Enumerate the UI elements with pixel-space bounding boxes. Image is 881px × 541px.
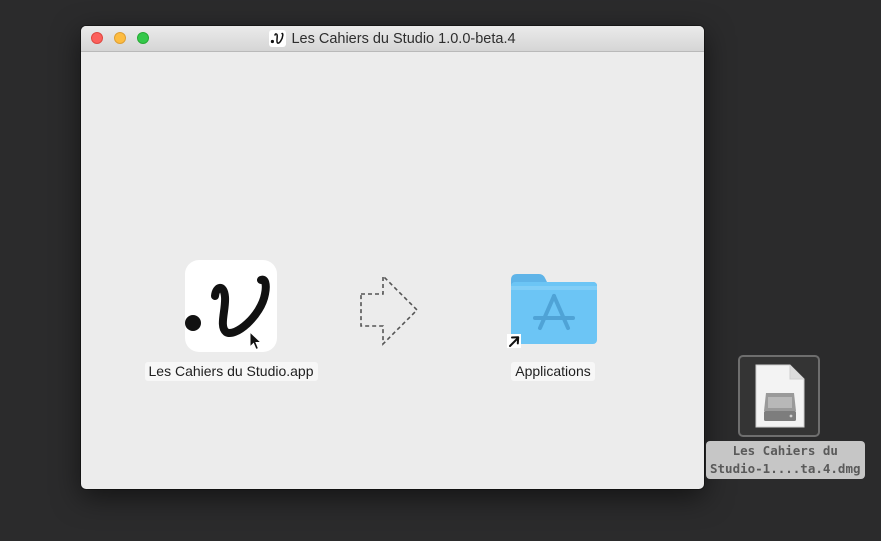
mouse-cursor-icon: [249, 331, 262, 351]
dmg-label-line2: Studio-1....ta.4.dmg: [710, 461, 861, 476]
dmg-label: Les Cahiers du Studio-1....ta.4.dmg: [706, 441, 865, 479]
finder-window: Les Cahiers du Studio 1.0.0-beta.4 Les C…: [81, 26, 704, 489]
title-bar[interactable]: Les Cahiers du Studio 1.0.0-beta.4: [81, 26, 704, 52]
dmg-selection[interactable]: [738, 355, 820, 437]
app-label: Les Cahiers du Studio.app: [144, 362, 318, 381]
app-proxy-icon[interactable]: [269, 30, 287, 47]
dmg-label-line1: Les Cahiers du: [732, 443, 838, 458]
window-title: Les Cahiers du Studio 1.0.0-beta.4: [291, 30, 516, 47]
dmg-label-wrap: Les Cahiers du Studio-1....ta.4.dmg: [706, 441, 865, 479]
disk-image-icon[interactable]: [754, 363, 806, 429]
applications-label: Applications: [511, 362, 595, 381]
applications-folder-icon[interactable]: [509, 270, 599, 346]
app-icon[interactable]: [185, 260, 277, 352]
app-label-wrap: Les Cahiers du Studio.app: [141, 362, 321, 381]
title-group: Les Cahiers du Studio 1.0.0-beta.4: [81, 26, 704, 51]
drag-arrow-icon: [360, 274, 419, 346]
alias-arrow-icon: [507, 334, 521, 348]
applications-label-wrap: Applications: [493, 362, 613, 381]
